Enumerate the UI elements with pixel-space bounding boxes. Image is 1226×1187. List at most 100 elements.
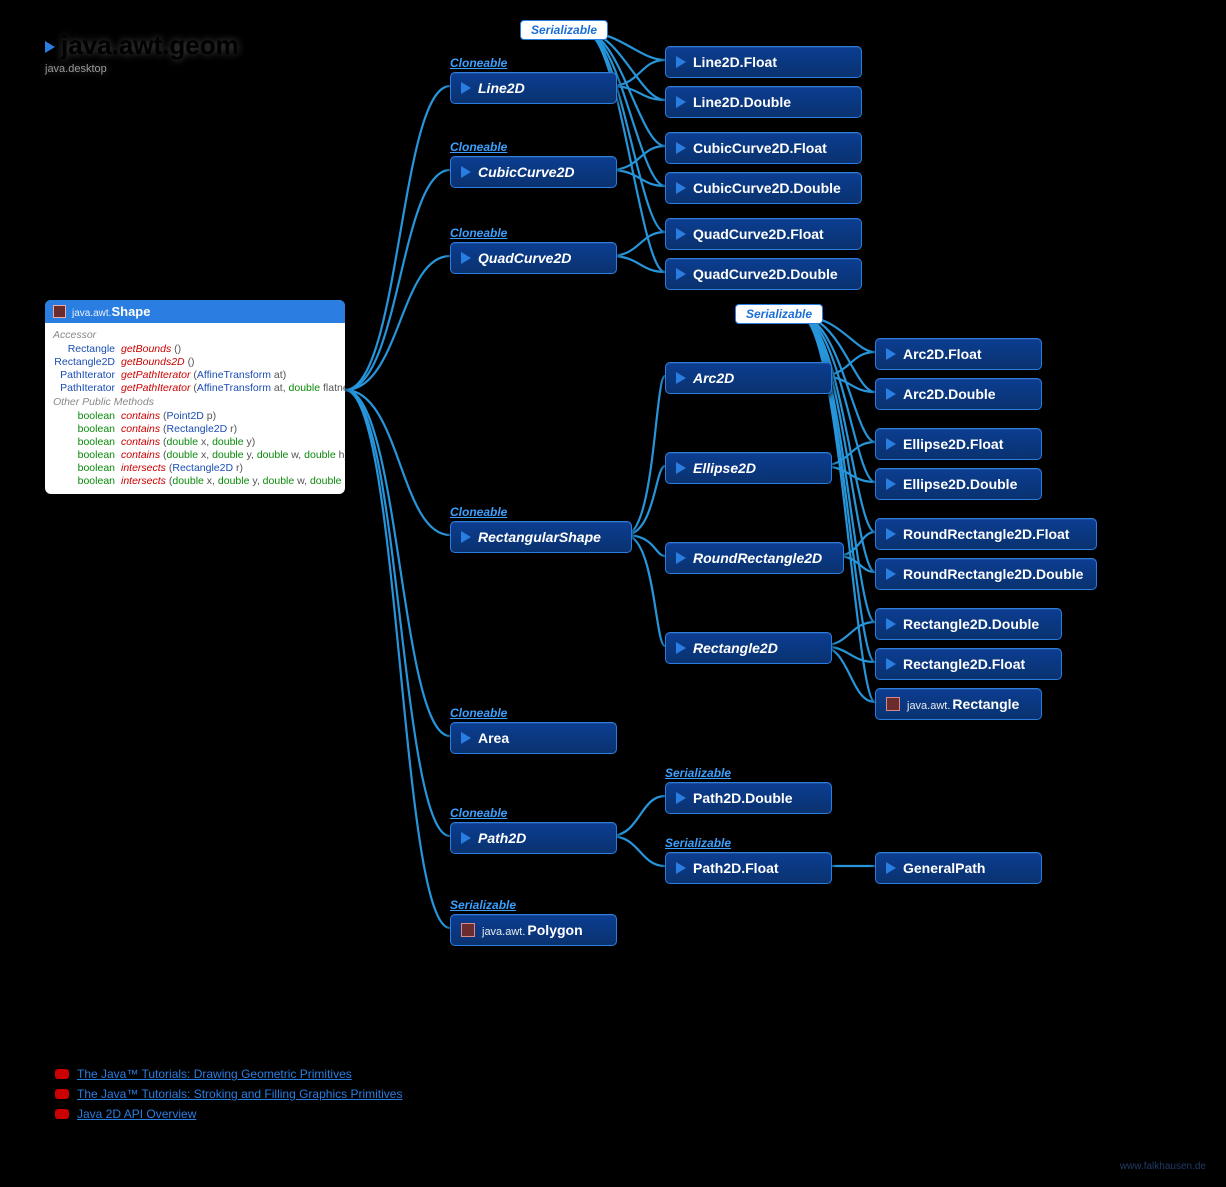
node-line2d[interactable]: Line2D <box>450 72 617 104</box>
shape-interface-card[interactable]: java.awt.Shape Accessor RectanglegetBoun… <box>45 300 345 494</box>
node-ellipse2d-double[interactable]: Ellipse2D.Double <box>875 468 1042 500</box>
triangle-icon <box>676 268 686 280</box>
node-label: RoundRectangle2D <box>693 550 822 566</box>
annot-cloneable[interactable]: Cloneable <box>450 505 507 519</box>
triangle-icon <box>886 862 896 874</box>
node-label: Area <box>478 730 509 746</box>
annot-serializable[interactable]: Serializable <box>450 898 516 912</box>
node-cubiccurve2d[interactable]: CubicCurve2D <box>450 156 617 188</box>
node-rectangularshape[interactable]: RectangularShape <box>450 521 632 553</box>
annot-cloneable[interactable]: Cloneable <box>450 56 507 70</box>
method-row: Rectangle2DgetBounds2D () <box>53 356 337 368</box>
triangle-icon <box>676 142 686 154</box>
annot-serializable[interactable]: Serializable <box>665 836 731 850</box>
triangle-icon <box>676 462 686 474</box>
node-arc2d[interactable]: Arc2D <box>665 362 832 394</box>
class-icon <box>461 923 475 937</box>
triangle-icon <box>676 552 686 564</box>
node-roundrect-double[interactable]: RoundRectangle2D.Double <box>875 558 1097 590</box>
triangle-icon <box>461 166 471 178</box>
node-label: Line2D <box>478 80 525 96</box>
node-label: QuadCurve2D.Double <box>693 266 838 282</box>
triangle-icon <box>461 82 471 94</box>
link-text: The Java™ Tutorials: Drawing Geometric P… <box>77 1067 352 1081</box>
method-row: PathIteratorgetPathIterator (AffineTrans… <box>53 369 337 381</box>
node-label: CubicCurve2D <box>478 164 574 180</box>
node-arc2d-double[interactable]: Arc2D.Double <box>875 378 1042 410</box>
oracle-icon <box>55 1089 69 1099</box>
triangle-icon <box>676 862 686 874</box>
node-roundrect-float[interactable]: RoundRectangle2D.Float <box>875 518 1097 550</box>
node-rectangle[interactable]: java.awt.Rectangle <box>875 688 1042 720</box>
section-other: Other Public Methods <box>53 396 337 408</box>
node-path2d-float[interactable]: Path2D.Float <box>665 852 832 884</box>
section-accessor: Accessor <box>53 329 337 341</box>
node-ellipse2d[interactable]: Ellipse2D <box>665 452 832 484</box>
node-quad-float[interactable]: QuadCurve2D.Float <box>665 218 862 250</box>
annot-serializable[interactable]: Serializable <box>665 766 731 780</box>
triangle-icon <box>676 96 686 108</box>
node-label: RoundRectangle2D.Float <box>903 526 1069 542</box>
triangle-icon <box>676 182 686 194</box>
node-label: Arc2D.Float <box>903 346 982 362</box>
triangle-icon <box>676 228 686 240</box>
node-label: Polygon <box>527 922 582 938</box>
node-label: QuadCurve2D.Float <box>693 226 824 242</box>
node-label: Arc2D.Double <box>903 386 996 402</box>
node-label: Path2D.Double <box>693 790 793 806</box>
card-body: Accessor RectanglegetBounds ()Rectangle2… <box>45 323 345 494</box>
node-line2d-double[interactable]: Line2D.Double <box>665 86 862 118</box>
annot-cloneable[interactable]: Cloneable <box>450 140 507 154</box>
annot-cloneable[interactable]: Cloneable <box>450 226 507 240</box>
class-icon <box>886 697 900 711</box>
node-ellipse2d-float[interactable]: Ellipse2D.Float <box>875 428 1042 460</box>
node-label: Ellipse2D <box>693 460 756 476</box>
node-rect2d[interactable]: Rectangle2D <box>665 632 832 664</box>
triangle-icon <box>676 56 686 68</box>
serializable-badge-top[interactable]: Serializable <box>520 20 608 40</box>
triangle-icon <box>886 658 896 670</box>
node-label: Ellipse2D.Float <box>903 436 1003 452</box>
footer-link[interactable]: The Java™ Tutorials: Stroking and Fillin… <box>55 1087 402 1101</box>
node-label: Line2D.Float <box>693 54 777 70</box>
triangle-icon <box>886 478 896 490</box>
method-row: booleancontains (Point2D p) <box>53 410 337 422</box>
node-quadcurve2d[interactable]: QuadCurve2D <box>450 242 617 274</box>
node-path2d-double[interactable]: Path2D.Double <box>665 782 832 814</box>
oracle-icon <box>55 1069 69 1079</box>
method-row: RectanglegetBounds () <box>53 343 337 355</box>
annot-cloneable[interactable]: Cloneable <box>450 806 507 820</box>
node-line2d-float[interactable]: Line2D.Float <box>665 46 862 78</box>
node-cubic-double[interactable]: CubicCurve2D.Double <box>665 172 862 204</box>
node-arc2d-float[interactable]: Arc2D.Float <box>875 338 1042 370</box>
triangle-icon <box>676 642 686 654</box>
footer-link[interactable]: Java 2D API Overview <box>55 1107 402 1121</box>
node-label: CubicCurve2D.Double <box>693 180 841 196</box>
triangle-icon <box>886 438 896 450</box>
node-generalpath[interactable]: GeneralPath <box>875 852 1042 884</box>
annot-cloneable[interactable]: Cloneable <box>450 706 507 720</box>
triangle-icon <box>886 348 896 360</box>
serializable-badge-mid[interactable]: Serializable <box>735 304 823 324</box>
footer-link[interactable]: The Java™ Tutorials: Drawing Geometric P… <box>55 1067 402 1081</box>
module-name: java.desktop <box>45 63 239 75</box>
node-label: RectangularShape <box>478 529 601 545</box>
node-label: Arc2D <box>693 370 734 386</box>
triangle-icon <box>461 832 471 844</box>
triangle-icon <box>461 252 471 264</box>
triangle-icon <box>886 388 896 400</box>
node-polygon[interactable]: java.awt.Polygon <box>450 914 617 946</box>
node-label: Rectangle2D.Float <box>903 656 1025 672</box>
node-rect2d-float[interactable]: Rectangle2D.Float <box>875 648 1062 680</box>
node-cubic-float[interactable]: CubicCurve2D.Float <box>665 132 862 164</box>
node-label: QuadCurve2D <box>478 250 571 266</box>
triangle-icon <box>461 531 471 543</box>
node-roundrect2d[interactable]: RoundRectangle2D <box>665 542 844 574</box>
node-path2d[interactable]: Path2D <box>450 822 617 854</box>
node-quad-double[interactable]: QuadCurve2D.Double <box>665 258 862 290</box>
method-row: PathIteratorgetPathIterator (AffineTrans… <box>53 382 337 394</box>
oracle-icon <box>55 1109 69 1119</box>
node-rect2d-double[interactable]: Rectangle2D.Double <box>875 608 1062 640</box>
node-area[interactable]: Area <box>450 722 617 754</box>
node-label: GeneralPath <box>903 860 985 876</box>
